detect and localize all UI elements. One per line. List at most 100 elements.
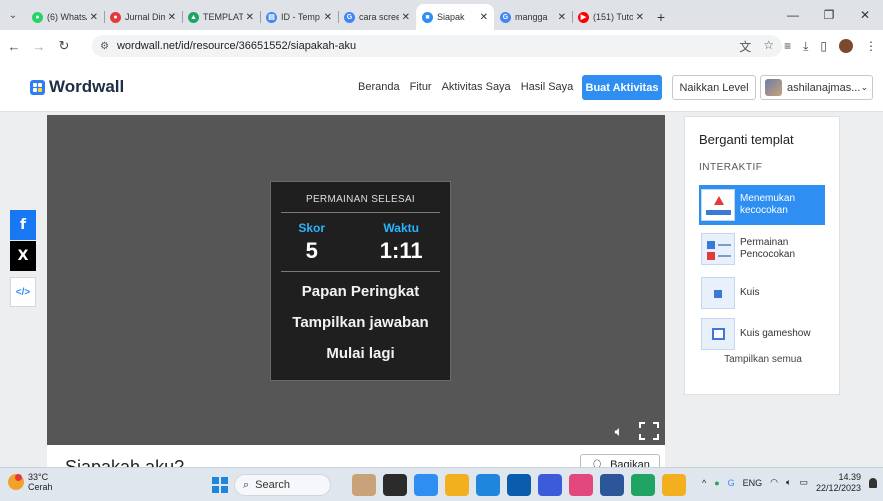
taskbar-app-icon[interactable] (383, 474, 407, 496)
tab-favicon-icon: ■ (422, 11, 433, 23)
tab-title: ID - Temp (281, 12, 320, 22)
template-item-gameshow-quiz[interactable]: Kuis gameshow (699, 314, 825, 354)
restore-icon[interactable]: ❐ (811, 0, 847, 30)
restart-button[interactable]: Mulai lagi (271, 338, 450, 369)
tab-favicon-icon: ▲ (188, 11, 199, 23)
game-stage[interactable]: PERMAINAN SELESAI Skor 5 Waktu 1:11 Papa… (47, 115, 665, 445)
taskbar-app-icon[interactable] (352, 474, 376, 496)
find-match-thumbnail-icon (701, 189, 735, 221)
temperature: 33°C (28, 472, 49, 482)
browser-tab[interactable]: ▤ ID - Temp ✕ (260, 4, 338, 30)
close-tab-icon[interactable]: ✕ (324, 12, 332, 23)
close-tab-icon[interactable]: ✕ (246, 12, 254, 23)
taskbar-app-icon[interactable] (414, 474, 438, 496)
tab-title: (6) WhatsA (47, 12, 87, 22)
fullscreen-icon[interactable] (639, 422, 659, 440)
browser-tab[interactable]: Gcara scree ✕ (338, 4, 416, 30)
taskbar-app-icon[interactable] (445, 474, 469, 496)
windows-start-icon[interactable] (212, 477, 228, 493)
notification-bell-icon[interactable] (869, 477, 877, 488)
taskbar-app-icon[interactable] (631, 474, 655, 496)
browser-tab[interactable]: ● (6) WhatsA✕ (26, 4, 104, 30)
game-stats: Skor 5 Waktu 1:11 (271, 221, 450, 264)
taskbar-search[interactable]: ⌕ Search (234, 474, 331, 496)
page-body: f X </> PERMAINAN SELESAI Skor 5 Waktu 1… (0, 112, 883, 477)
url-text: wordwall.net/id/resource/36651552/siapak… (116, 40, 357, 52)
battery-icon[interactable]: ▭ (799, 477, 808, 488)
taskbar-app-icon[interactable] (569, 474, 593, 496)
clock[interactable]: 14.39 22/12/2023 (816, 472, 861, 494)
x-share-icon[interactable]: X (10, 241, 36, 271)
taskbar-app-icon[interactable] (476, 474, 500, 496)
browser-tab[interactable]: ● Jurnal Dim ✕ (104, 4, 182, 30)
clock-date: 22/12/2023 (815, 482, 861, 493)
tab-title: mangga (515, 12, 548, 22)
show-answers-button[interactable]: Tampilkan jawaban (271, 307, 450, 338)
tab-title: Siapak (437, 12, 465, 22)
template-item-label: Menemukan kecocokan (740, 192, 796, 217)
embed-icon[interactable]: </> (10, 277, 36, 307)
nav-link[interactable]: Beranda (358, 81, 400, 93)
back-icon[interactable]: ← (3, 35, 25, 57)
translate-icon[interactable]: 文 (739, 38, 751, 55)
show-all-templates-link[interactable]: Tampilkan semua (685, 354, 841, 365)
user-menu[interactable]: ashilanajmas... ⌄ (760, 75, 873, 100)
facebook-share-icon[interactable]: f (10, 210, 36, 240)
media-queue-icon[interactable]: ≡ (784, 39, 791, 53)
close-tab-icon[interactable]: ✕ (90, 12, 98, 23)
download-icon[interactable]: ⤓ (803, 39, 808, 54)
side-panel-icon[interactable]: ▯ (820, 39, 827, 53)
user-name: ashilanajmas... (787, 81, 861, 94)
profile-avatar[interactable] (839, 39, 853, 53)
template-item-matching-pairs[interactable]: Permainan Pencocokan (699, 229, 825, 269)
nav-link[interactable]: Fitur (410, 81, 432, 93)
browser-tab[interactable]: ■ Siapak ✕ (416, 4, 494, 30)
minimize-icon[interactable]: — (775, 0, 811, 30)
close-window-icon[interactable]: ✕ (847, 0, 883, 30)
tab-search-chevron-icon[interactable]: ⌄ (0, 0, 26, 30)
tab-favicon-icon: ▤ (266, 11, 277, 23)
taskbar-app-icon[interactable] (600, 474, 624, 496)
close-tab-icon[interactable]: ✕ (480, 12, 488, 23)
chevron-down-icon: ⌄ (860, 82, 868, 92)
taskbar-app-icon[interactable] (662, 474, 686, 496)
template-item-quiz[interactable]: Kuis (699, 273, 825, 313)
create-activity-button[interactable]: Buat Aktivitas (582, 75, 662, 100)
taskbar-search-label: Search (255, 479, 291, 491)
browser-tab[interactable]: ▶ (151) Tuto ✕ (572, 4, 650, 30)
score-value: 5 (305, 238, 318, 263)
address-bar[interactable]: ⚙ wordwall.net/id/resource/36651552/siap… (92, 35, 782, 57)
weather-widget[interactable]: 33°C Cerah (8, 472, 53, 493)
volume-icon[interactable]: 🔈︎ (786, 477, 791, 488)
forward-icon[interactable]: → (28, 35, 50, 57)
reload-icon[interactable]: ↻ (53, 35, 75, 57)
taskbar-app-icon[interactable] (507, 474, 531, 496)
browser-tab[interactable]: ▲ TEMPLATE✕ (182, 4, 260, 30)
sound-icon[interactable]: 🔈︎ (615, 423, 623, 440)
nav-link[interactable]: Hasil Saya (521, 81, 574, 93)
language-indicator[interactable]: ENG (743, 478, 763, 488)
browser-menu-icon[interactable]: ⋮ (865, 39, 877, 53)
tray-google-icon[interactable]: G (728, 478, 735, 488)
wifi-icon[interactable]: ◠ (770, 477, 778, 488)
close-tab-icon[interactable]: ✕ (558, 12, 566, 23)
bookmark-star-icon[interactable]: ☆ (763, 38, 774, 55)
tray-app-icon[interactable]: ● (714, 478, 719, 488)
close-tab-icon[interactable]: ✕ (402, 12, 410, 23)
site-info-icon[interactable]: ⚙ (100, 41, 109, 52)
tray-chevron-up-icon[interactable]: ^ (702, 478, 706, 488)
taskbar-app-icon[interactable] (538, 474, 562, 496)
close-tab-icon[interactable]: ✕ (168, 12, 176, 23)
new-tab-button[interactable]: + (650, 4, 672, 30)
template-item-find-match[interactable]: Menemukan kecocokan (699, 185, 825, 225)
wordwall-logo[interactable]: Wordwall (30, 77, 124, 97)
tab-title: TEMPLATE (203, 12, 243, 22)
nav-link[interactable]: Aktivitas Saya (442, 81, 511, 93)
upgrade-button[interactable]: Naikkan Level (672, 75, 756, 100)
browser-tab[interactable]: Gmangga ✕ (494, 4, 572, 30)
logo-text: Wordwall (49, 77, 125, 96)
close-tab-icon[interactable]: ✕ (636, 12, 644, 23)
weather-sun-icon (8, 474, 24, 491)
leaderboard-button[interactable]: Papan Peringkat (271, 276, 450, 307)
template-switcher: Berganti templat INTERAKTIF Menemukan ke… (684, 116, 840, 395)
